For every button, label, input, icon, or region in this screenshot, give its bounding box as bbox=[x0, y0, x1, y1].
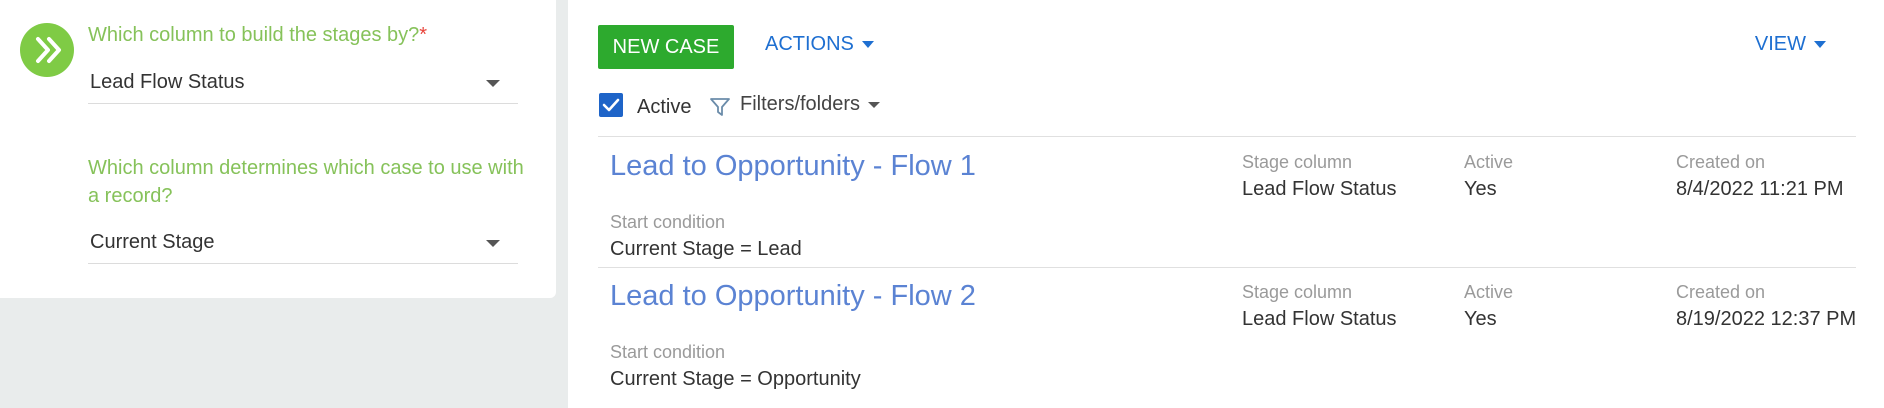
start-condition-value: Current Stage = Opportunity bbox=[610, 368, 861, 390]
record-title-link[interactable]: Lead to Opportunity - Flow 1 bbox=[610, 150, 976, 183]
active-label: Active bbox=[1464, 152, 1514, 172]
stages-column-question: Which column to build the stages by?* bbox=[88, 24, 428, 46]
divider bbox=[598, 136, 1856, 137]
active-value: Yes bbox=[1464, 178, 1497, 200]
caret-down-icon bbox=[861, 41, 874, 49]
caret-down-icon bbox=[868, 101, 881, 108]
stage-column-label: Stage column bbox=[1242, 152, 1353, 172]
case-column-value: Current Stage bbox=[90, 231, 215, 253]
actions-label: ACTIONS bbox=[765, 33, 854, 55]
checkmark-icon bbox=[602, 98, 620, 112]
stage-column-label: Stage column bbox=[1242, 282, 1353, 302]
record-title-link[interactable]: Lead to Opportunity - Flow 2 bbox=[610, 280, 976, 313]
created-on-value: 8/19/2022 12:37 PM bbox=[1676, 308, 1857, 330]
chevron-down-icon[interactable] bbox=[486, 240, 500, 247]
actions-menu[interactable]: ACTIONS bbox=[765, 33, 874, 56]
filters-folders-menu[interactable]: Filters/folders bbox=[740, 93, 881, 116]
caret-down-icon bbox=[1814, 41, 1826, 49]
stages-column-select[interactable]: Lead Flow Status bbox=[88, 64, 518, 104]
active-checkbox-label[interactable]: Active bbox=[637, 96, 691, 119]
filter-folder-icon[interactable] bbox=[708, 94, 734, 125]
stage-settings-panel: Which column to build the stages by?* Le… bbox=[0, 0, 556, 298]
new-case-button[interactable]: NEW CASE bbox=[598, 25, 734, 69]
stage-column-value: Lead Flow Status bbox=[1242, 308, 1397, 330]
created-on-value: 8/4/2022 11:21 PM bbox=[1676, 178, 1844, 200]
filters-folders-label: Filters/folders bbox=[740, 93, 861, 115]
view-menu[interactable]: VIEW bbox=[1755, 33, 1826, 56]
view-label: VIEW bbox=[1754, 33, 1806, 55]
divider bbox=[598, 267, 1856, 268]
double-chevron-right-icon bbox=[20, 23, 74, 77]
stage-column-value: Lead Flow Status bbox=[1242, 178, 1397, 200]
chevron-down-icon[interactable] bbox=[486, 80, 500, 87]
active-checkbox[interactable] bbox=[599, 93, 623, 117]
required-mark: * bbox=[419, 24, 428, 46]
start-condition-label: Start condition bbox=[610, 342, 726, 362]
case-column-select[interactable]: Current Stage bbox=[88, 224, 518, 264]
created-on-label: Created on bbox=[1676, 282, 1766, 302]
stages-column-value: Lead Flow Status bbox=[90, 71, 245, 93]
start-condition-value: Current Stage = Lead bbox=[610, 238, 802, 260]
active-value: Yes bbox=[1464, 308, 1497, 330]
cases-list-panel: NEW CASE ACTIONS VIEW Active Filters/fol… bbox=[568, 0, 1884, 408]
active-label: Active bbox=[1464, 282, 1514, 302]
created-on-label: Created on bbox=[1676, 152, 1766, 172]
start-condition-label: Start condition bbox=[610, 212, 726, 232]
case-column-question: Which column determines which case to us… bbox=[88, 157, 524, 207]
